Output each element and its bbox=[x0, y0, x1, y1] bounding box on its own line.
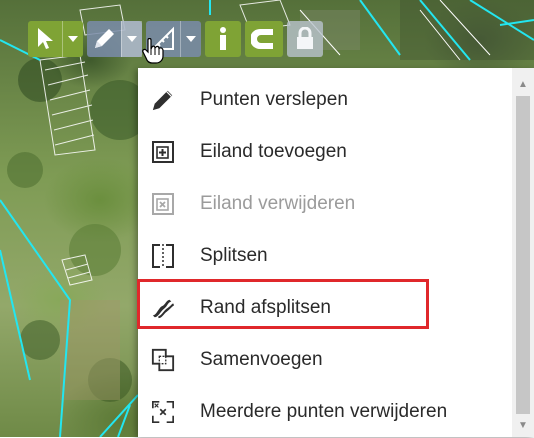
edit-tool-menu: Punten verslepen Eiland toevoegen Eiland… bbox=[137, 68, 534, 438]
measure-tool-dropdown[interactable] bbox=[180, 21, 201, 57]
menu-item-rand-afsplitsen[interactable]: Rand afsplitsen bbox=[137, 279, 512, 334]
lock-icon bbox=[297, 27, 313, 49]
chevron-down-icon bbox=[127, 36, 137, 42]
map-toolbar bbox=[28, 16, 327, 62]
menu-item-label: Eiland verwijderen bbox=[200, 193, 356, 214]
select-tool-button[interactable] bbox=[28, 21, 83, 57]
menu-item-label: Splitsen bbox=[200, 245, 268, 266]
merge-icon bbox=[151, 348, 175, 372]
chevron-down-icon bbox=[186, 36, 196, 42]
remove-island-icon bbox=[151, 192, 175, 216]
info-icon bbox=[220, 27, 226, 50]
menu-item-meerdere-punten-verwijderen[interactable]: Meerdere punten verwijderen bbox=[138, 386, 512, 438]
edit-tool-dropdown[interactable] bbox=[121, 21, 142, 57]
lock-tool-button[interactable] bbox=[287, 21, 323, 57]
menu-item-label: Samenvoegen bbox=[200, 349, 323, 370]
split-icon bbox=[151, 244, 175, 268]
menu-item-samenvoegen[interactable]: Samenvoegen bbox=[138, 334, 512, 386]
chevron-down-icon bbox=[68, 36, 78, 42]
pencil-icon[interactable] bbox=[87, 21, 121, 57]
split-edge-icon bbox=[151, 296, 175, 320]
edit-tool-button[interactable] bbox=[87, 21, 142, 57]
info-tool-button[interactable] bbox=[205, 21, 241, 57]
snap-tool-button[interactable] bbox=[245, 21, 283, 57]
menu-item-eiland-verwijderen: Eiland verwijderen bbox=[138, 178, 512, 230]
menu-item-label: Eiland toevoegen bbox=[200, 141, 347, 162]
menu-scrollbar[interactable]: ▲ ▼ bbox=[512, 68, 534, 437]
select-tool-dropdown[interactable] bbox=[62, 21, 83, 57]
menu-item-splitsen[interactable]: Splitsen bbox=[138, 230, 512, 282]
pencil-icon bbox=[151, 88, 175, 112]
hand-cursor-icon bbox=[142, 38, 164, 64]
magnet-icon bbox=[251, 29, 273, 49]
cursor-arrow-icon[interactable] bbox=[28, 21, 62, 57]
scroll-down-arrow-icon[interactable]: ▼ bbox=[512, 413, 534, 437]
delete-multiple-points-icon bbox=[151, 400, 175, 424]
menu-item-label: Meerdere punten verwijderen bbox=[200, 401, 448, 422]
menu-item-punten-verslepen[interactable]: Punten verslepen bbox=[138, 74, 512, 126]
menu-item-label: Rand afsplitsen bbox=[200, 297, 331, 318]
scroll-thumb[interactable] bbox=[516, 96, 530, 414]
menu-item-list: Punten verslepen Eiland toevoegen Eiland… bbox=[137, 68, 512, 438]
menu-item-eiland-toevoegen[interactable]: Eiland toevoegen bbox=[138, 126, 512, 178]
scroll-up-arrow-icon[interactable]: ▲ bbox=[512, 72, 534, 96]
menu-item-label: Punten verslepen bbox=[200, 89, 348, 110]
add-island-icon bbox=[151, 140, 175, 164]
